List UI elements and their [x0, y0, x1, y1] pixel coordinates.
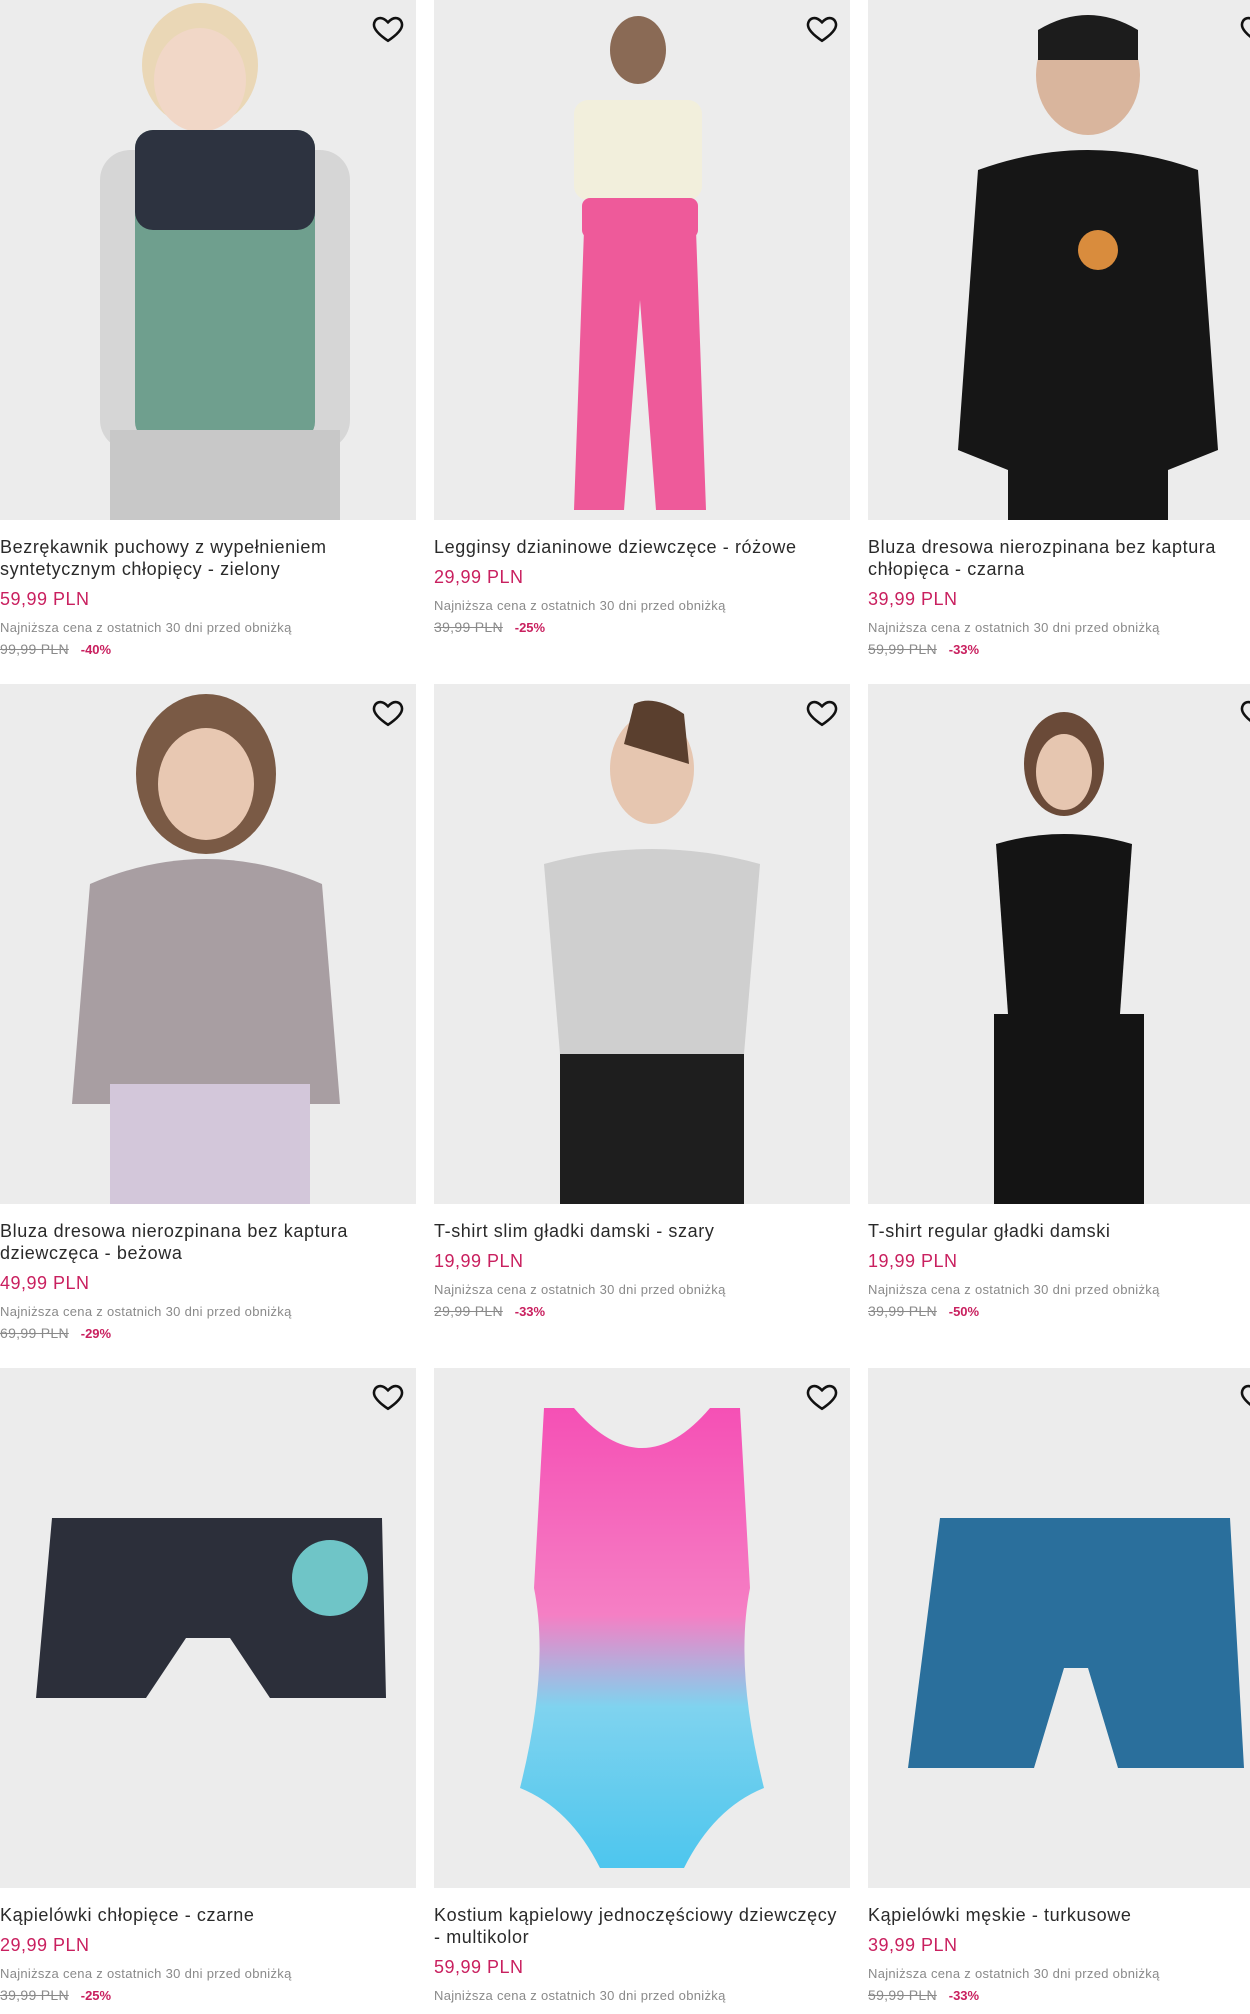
old-price-row: 39,99 PLN -25% — [0, 1986, 416, 2005]
product-photo-boy-sweatshirt — [868, 0, 1250, 520]
heart-outline-icon — [1240, 16, 1250, 39]
product-price: 49,99 PLN — [0, 1273, 90, 1293]
lowest-price-label: Najniższa cena z ostatnich 30 dni przed … — [868, 1966, 1160, 1981]
product-price: 29,99 PLN — [434, 567, 524, 587]
product-image[interactable] — [868, 0, 1250, 520]
product-image[interactable] — [868, 684, 1250, 1204]
discount-badge: -33% — [948, 642, 980, 657]
favorite-button[interactable] — [1238, 1378, 1250, 1414]
product-card[interactable]: T-shirt regular gładki damski 19,99 PLN … — [868, 684, 1250, 1321]
product-name[interactable]: Bezrękawnik puchowy z wypełnieniem synte… — [0, 536, 416, 580]
discount-badge: -33% — [514, 1304, 546, 1319]
product-name[interactable]: Kostium kąpielowy jednoczęściowy dziewcz… — [434, 1904, 850, 1948]
product-card[interactable]: T-shirt slim gładki damski - szary 19,99… — [434, 684, 850, 1321]
product-photo-woman-black-tshirt — [868, 684, 1250, 1204]
favorite-button[interactable] — [1238, 694, 1250, 730]
old-price-row: 29,99 PLN -33% — [434, 1302, 850, 1321]
product-photo-girl-sweatshirt — [0, 684, 416, 1204]
product-image[interactable] — [434, 1368, 850, 1888]
heart-outline-icon — [1240, 1384, 1250, 1407]
product-card[interactable]: Kąpielówki chłopięce - czarne 29,99 PLN … — [0, 1368, 416, 2005]
heart-outline-icon — [1240, 700, 1250, 723]
discount-badge: -29% — [80, 1326, 112, 1341]
favorite-button[interactable] — [1238, 10, 1250, 46]
heart-outline-icon — [806, 1384, 838, 1411]
product-card[interactable]: Legginsy dzianinowe dziewczęce - różowe … — [434, 0, 850, 637]
lowest-price-label: Najniższa cena z ostatnich 30 dni przed … — [868, 620, 1160, 635]
heart-outline-icon — [806, 16, 838, 43]
product-name[interactable]: Kąpielówki chłopięce - czarne — [0, 1904, 416, 1926]
old-price-row: 39,99 PLN -25% — [434, 618, 850, 637]
product-name[interactable]: Legginsy dzianinowe dziewczęce - różowe — [434, 536, 850, 558]
product-photo-kid-vest — [0, 0, 416, 520]
favorite-button[interactable] — [370, 694, 406, 730]
product-image[interactable] — [0, 1368, 416, 1888]
discount-badge: -25% — [514, 620, 546, 635]
old-price: 39,99 PLN — [0, 1987, 69, 2003]
heart-outline-icon — [372, 16, 404, 43]
favorite-button[interactable] — [804, 1378, 840, 1414]
discount-badge: -40% — [80, 642, 112, 657]
product-price: 19,99 PLN — [434, 1251, 524, 1271]
heart-outline-icon — [806, 700, 838, 727]
discount-badge: -33% — [948, 1988, 980, 2003]
old-price: 29,99 PLN — [434, 1303, 503, 1319]
lowest-price-label: Najniższa cena z ostatnich 30 dni przed … — [434, 1988, 726, 2003]
product-image[interactable] — [0, 0, 416, 520]
product-price: 19,99 PLN — [868, 1251, 958, 1271]
product-card[interactable]: Bluza dresowa nierozpinana bez kaptura d… — [0, 684, 416, 1343]
heart-outline-icon — [372, 1384, 404, 1411]
product-price: 59,99 PLN — [0, 589, 90, 609]
product-photo-swimsuit-multicolor — [434, 1368, 850, 1888]
lowest-price-label: Najniższa cena z ostatnich 30 dni przed … — [434, 1282, 726, 1297]
product-image[interactable] — [434, 684, 850, 1204]
product-card[interactable]: Bezrękawnik puchowy z wypełnieniem synte… — [0, 0, 416, 659]
old-price: 59,99 PLN — [868, 1987, 937, 2003]
old-price: 39,99 PLN — [868, 1303, 937, 1319]
product-price: 59,99 PLN — [434, 1957, 524, 1977]
product-image[interactable] — [868, 1368, 1250, 1888]
old-price-row: 99,99 PLN -40% — [0, 640, 416, 659]
discount-badge: -50% — [948, 1304, 980, 1319]
product-grid: Bezrękawnik puchowy z wypełnieniem synte… — [0, 0, 1250, 2014]
lowest-price-label: Najniższa cena z ostatnich 30 dni przed … — [0, 620, 292, 635]
favorite-button[interactable] — [804, 694, 840, 730]
favorite-button[interactable] — [370, 10, 406, 46]
lowest-price-label: Najniższa cena z ostatnich 30 dni przed … — [0, 1966, 292, 1981]
product-image[interactable] — [0, 684, 416, 1204]
lowest-price-label: Najniższa cena z ostatnich 30 dni przed … — [0, 1304, 292, 1319]
product-image[interactable] — [434, 0, 850, 520]
product-photo-girl-leggings — [434, 0, 850, 520]
product-card[interactable]: Kąpielówki męskie - turkusowe 39,99 PLN … — [868, 1368, 1250, 2005]
old-price: 99,99 PLN — [0, 641, 69, 657]
product-name[interactable]: T-shirt regular gładki damski — [868, 1220, 1250, 1242]
product-name[interactable]: Kąpielówki męskie - turkusowe — [868, 1904, 1250, 1926]
old-price-row: 39,99 PLN -50% — [868, 1302, 1250, 1321]
product-price: 29,99 PLN — [0, 1935, 90, 1955]
old-price: 39,99 PLN — [434, 619, 503, 635]
old-price: 69,99 PLN — [0, 1325, 69, 1341]
product-name[interactable]: Bluza dresowa nierozpinana bez kaptura c… — [868, 536, 1250, 580]
old-price-row: 69,99 PLN -29% — [0, 1324, 416, 1343]
product-photo-swim-trunks-black — [0, 1368, 416, 1888]
lowest-price-label: Najniższa cena z ostatnich 30 dni przed … — [434, 598, 726, 613]
favorite-button[interactable] — [370, 1378, 406, 1414]
product-photo-woman-grey-tshirt — [434, 684, 850, 1204]
favorite-button[interactable] — [804, 10, 840, 46]
product-price: 39,99 PLN — [868, 589, 958, 609]
product-card[interactable]: Bluza dresowa nierozpinana bez kaptura c… — [868, 0, 1250, 659]
product-name[interactable]: Bluza dresowa nierozpinana bez kaptura d… — [0, 1220, 416, 1264]
product-card[interactable]: Kostium kąpielowy jednoczęściowy dziewcz… — [434, 1368, 850, 2004]
old-price-row: 59,99 PLN -33% — [868, 640, 1250, 659]
heart-outline-icon — [372, 700, 404, 727]
product-price: 39,99 PLN — [868, 1935, 958, 1955]
old-price: 59,99 PLN — [868, 641, 937, 657]
discount-badge: -25% — [80, 1988, 112, 2003]
old-price-row: 59,99 PLN -33% — [868, 1986, 1250, 2005]
product-name[interactable]: T-shirt slim gładki damski - szary — [434, 1220, 850, 1242]
lowest-price-label: Najniższa cena z ostatnich 30 dni przed … — [868, 1282, 1160, 1297]
product-photo-swim-trunks-turquoise — [868, 1368, 1250, 1888]
